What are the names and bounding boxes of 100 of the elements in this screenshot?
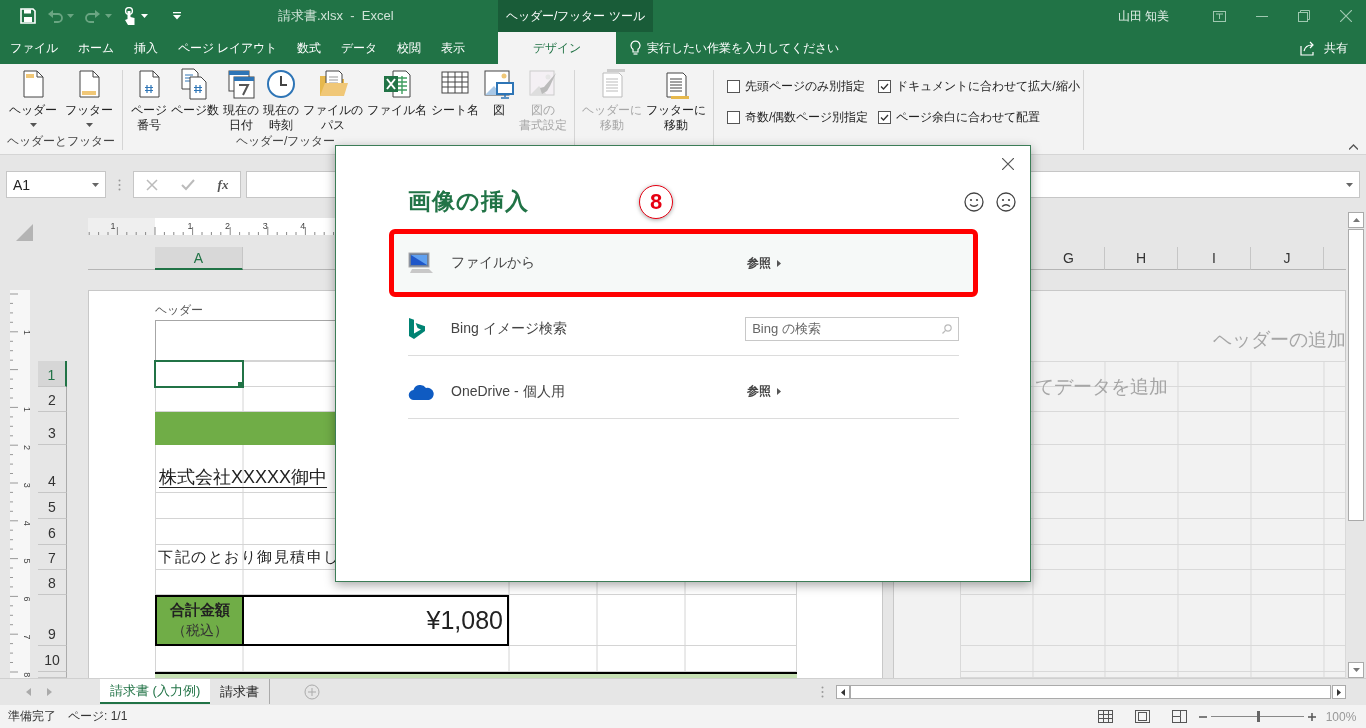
row-header[interactable]: 1 <box>38 361 67 387</box>
ribbon-button[interactable]: 現在の 時刻 <box>261 68 301 133</box>
ribbon-button[interactable]: ページ 番号 <box>129 68 169 133</box>
calendar-icon <box>225 68 257 100</box>
normal-view-icon[interactable] <box>1098 710 1113 723</box>
scroll-down-icon[interactable] <box>1352 668 1360 672</box>
grip-icon[interactable] <box>118 179 121 191</box>
ribbon-button[interactable]: フッターに 移動 <box>644 68 708 133</box>
page-layout-view-icon[interactable] <box>1135 710 1150 723</box>
checkbox[interactable] <box>727 111 740 124</box>
column-header[interactable]: I <box>1178 247 1251 270</box>
search-field[interactable]: Bing の検索 <box>745 316 959 341</box>
tell-me-field[interactable]: 実行したい作業を入力してください <box>647 39 839 57</box>
smile-icon[interactable] <box>964 191 984 212</box>
checkbox-label: 奇数/偶数ページ別指定 <box>745 109 869 126</box>
lightbulb-icon <box>630 40 641 56</box>
ribbon-display-icon[interactable] <box>1213 10 1226 22</box>
ruler-number: 7 <box>22 634 30 640</box>
row-header[interactable]: 9 <box>38 595 67 646</box>
checkbox[interactable] <box>727 80 740 93</box>
ribbon-tab[interactable]: ホーム <box>68 32 124 64</box>
collapse-ribbon-icon[interactable] <box>1349 144 1358 150</box>
search-icon <box>942 323 952 334</box>
checkbox[interactable] <box>878 80 892 93</box>
column-header[interactable]: J <box>1251 247 1324 270</box>
dialog-title: 画像の挿入 <box>408 187 529 216</box>
cloud-icon <box>408 382 434 401</box>
frown-icon[interactable] <box>996 191 1016 212</box>
close-icon[interactable] <box>1340 10 1352 22</box>
step-badge: 8 <box>639 184 673 219</box>
ribbon-button[interactable]: シート名 <box>429 68 481 118</box>
browse-link[interactable]: 参照 <box>747 254 781 272</box>
quick-access-button[interactable] <box>123 7 148 25</box>
customize-icon[interactable] <box>173 12 181 20</box>
group-label: ヘッダーとフッター <box>7 134 115 148</box>
ribbon-tab[interactable]: データ <box>331 32 388 64</box>
header-label: ヘッダー <box>155 302 204 319</box>
row-header[interactable]: 10 <box>38 646 67 672</box>
row-header[interactable]: 3 <box>38 412 67 445</box>
ribbon-tab[interactable]: 表示 <box>431 32 476 64</box>
restore-icon[interactable] <box>1298 10 1310 22</box>
ribbon-button[interactable]: 現在の 日付 <box>221 68 261 133</box>
column-header[interactable]: G <box>1033 247 1105 270</box>
zoom-in-icon[interactable] <box>1308 712 1316 721</box>
ribbon-tab[interactable]: ページ レイアウト <box>168 32 288 64</box>
expand-icon[interactable] <box>1346 182 1353 187</box>
ruler-number: 4 <box>300 221 306 231</box>
source-option[interactable]: OneDrive - 個人用 参照 <box>389 360 978 423</box>
caret-icon[interactable] <box>85 123 93 127</box>
hand-icon[interactable] <box>123 7 137 25</box>
computer-icon <box>408 252 434 274</box>
row-header[interactable]: 7 <box>38 545 67 570</box>
scroll-left-icon[interactable] <box>841 688 845 696</box>
total-label: 合計金額 <box>169 601 230 620</box>
share-button[interactable]: 共有 <box>1290 32 1358 64</box>
sheet-tab[interactable]: 請求書 <box>210 679 271 704</box>
group-label: ヘッダー/フッター <box>236 134 336 148</box>
checkbox-label: 先頭ページのみ別指定 <box>745 78 865 95</box>
ribbon-tab[interactable]: ファイル <box>0 32 68 64</box>
insert-function-button[interactable]: fx <box>217 176 229 193</box>
ruler-number: 4 <box>22 520 30 526</box>
ribbon-button[interactable]: 図 <box>481 68 517 118</box>
ribbon-button[interactable]: ページ数 <box>169 68 221 118</box>
column-header[interactable]: H <box>1105 247 1178 270</box>
scroll-right-icon[interactable] <box>1337 688 1341 696</box>
zoom-thumb[interactable] <box>1256 711 1260 722</box>
ruler-number: 1 <box>110 221 116 231</box>
ribbon-button[interactable]: ファイルの パス <box>301 68 365 133</box>
option-label: ファイルから <box>451 254 536 272</box>
row-header[interactable]: 5 <box>38 493 67 519</box>
row-header[interactable]: 2 <box>38 387 67 412</box>
browse-link[interactable]: 参照 <box>747 383 781 400</box>
source-option[interactable]: Bing イメージ検索 Bing の検索 <box>389 297 978 360</box>
arrow-icon <box>777 388 781 395</box>
ribbon-tab[interactable]: 校閲 <box>387 32 432 64</box>
row-header[interactable]: 4 <box>38 445 67 493</box>
sheet-tab[interactable]: 請求書 (入力例) <box>100 679 211 704</box>
ribbon-button[interactable]: ファイル名 <box>365 68 429 118</box>
row-header[interactable]: 6 <box>38 519 67 545</box>
caret-icon <box>141 14 148 18</box>
column-header[interactable]: A <box>155 247 243 270</box>
cell-cursor[interactable] <box>154 360 244 388</box>
checkbox[interactable] <box>878 111 892 124</box>
page-break-view-icon[interactable] <box>1172 710 1187 723</box>
ribbon-tab[interactable]: 数式 <box>287 32 332 64</box>
ribbon-button[interactable]: ヘッダー <box>5 68 61 130</box>
caret-icon[interactable] <box>29 123 37 127</box>
scroll-thumb[interactable] <box>1348 229 1364 521</box>
close-icon <box>1002 158 1014 170</box>
scroll-up-icon[interactable] <box>1352 218 1360 222</box>
ribbon-button[interactable]: フッター <box>61 68 117 130</box>
row-header[interactable]: 8 <box>38 570 67 595</box>
ribbon-tab[interactable]: デザイン <box>498 32 616 64</box>
dropdown-icon[interactable] <box>92 182 99 187</box>
ruler-number: 2 <box>225 221 231 231</box>
ribbon-tab[interactable]: 挿入 <box>124 32 168 64</box>
name-box[interactable]: A1 <box>6 171 106 198</box>
save-icon[interactable] <box>20 8 36 24</box>
grip-icon[interactable] <box>821 686 824 698</box>
vertical-scrollbar[interactable] <box>1346 210 1366 678</box>
